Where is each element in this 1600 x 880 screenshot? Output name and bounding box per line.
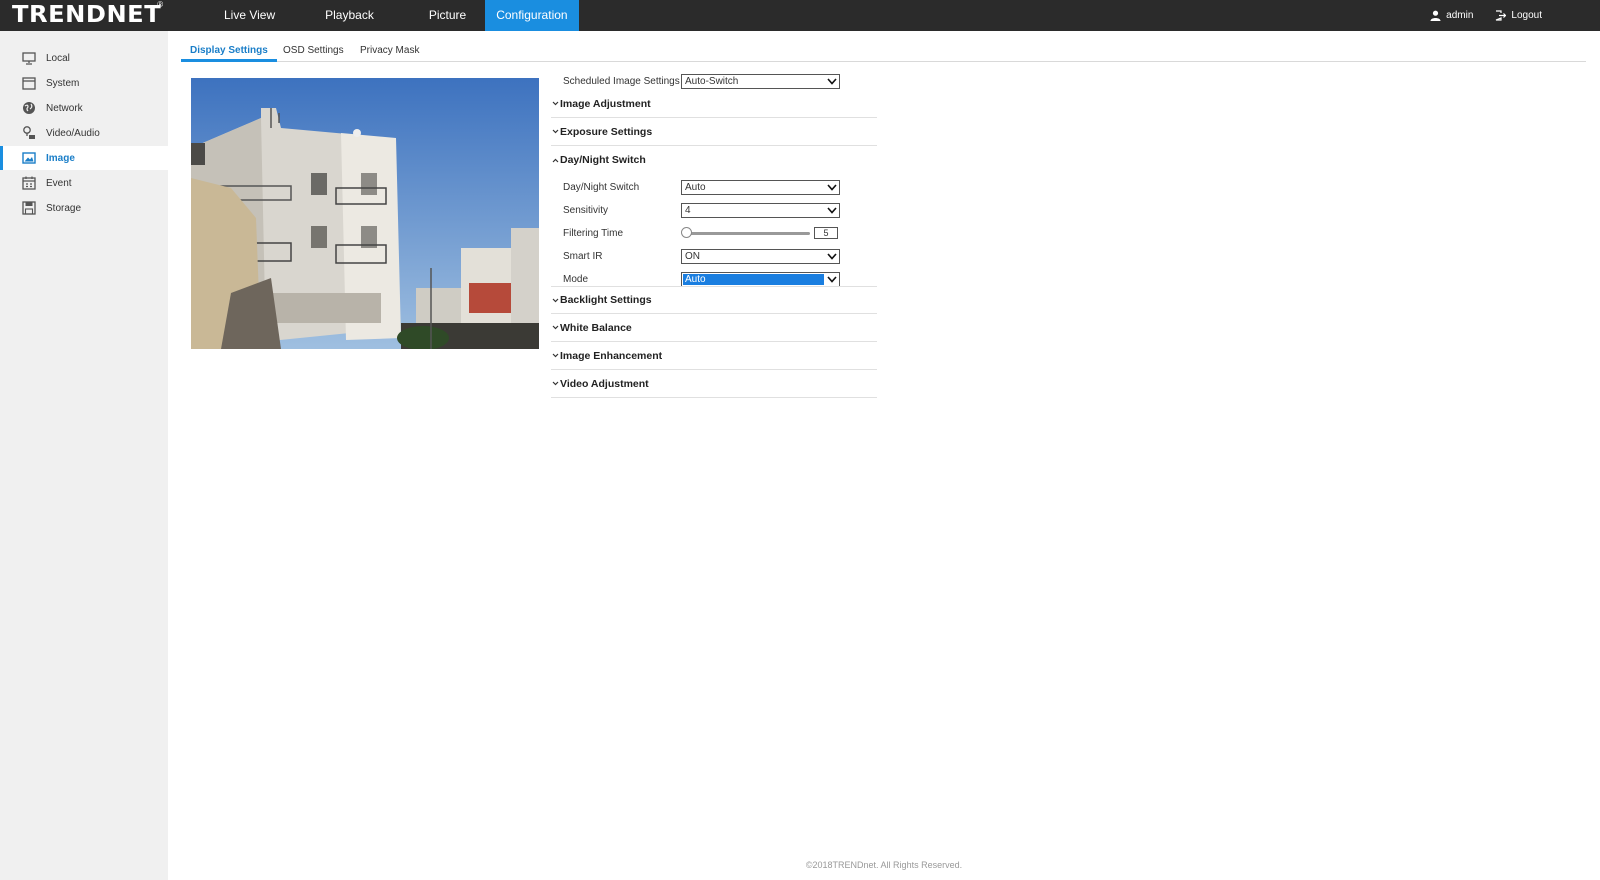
user-account[interactable]: admin bbox=[1430, 10, 1473, 21]
sidebar-item-label: Network bbox=[46, 102, 83, 114]
scheduled-image-settings-label: Scheduled Image Settings bbox=[563, 75, 680, 87]
window-icon bbox=[22, 76, 36, 90]
chevron-down-icon bbox=[551, 325, 560, 330]
user-icon bbox=[1430, 10, 1441, 21]
section-exposure-settings[interactable]: Exposure Settings bbox=[551, 118, 877, 146]
section-video-adjustment[interactable]: Video Adjustment bbox=[551, 370, 877, 398]
storage-icon bbox=[22, 201, 36, 215]
smart-ir-select[interactable]: ON bbox=[681, 248, 840, 264]
day-night-switch-row: Day/Night Switch Auto bbox=[563, 178, 840, 196]
logo-text: TRENDNET bbox=[12, 2, 162, 28]
calendar-icon bbox=[22, 176, 36, 190]
filtering-time-slider[interactable] bbox=[681, 227, 810, 239]
filtering-time-row: Filtering Time 5 bbox=[563, 224, 838, 242]
smart-ir-row: Smart IR ON bbox=[563, 247, 840, 265]
chevron-down-icon bbox=[551, 381, 560, 386]
section-title: Image Adjustment bbox=[560, 97, 651, 110]
section-title: Day/Night Switch bbox=[560, 154, 646, 166]
day-night-switch-label: Day/Night Switch bbox=[563, 181, 640, 193]
section-image-adjustment[interactable]: Image Adjustment bbox=[551, 90, 877, 118]
nav-playback[interactable]: Playback bbox=[296, 0, 403, 31]
sidebar-item-image[interactable]: Image bbox=[0, 146, 168, 170]
sidebar-item-label: Local bbox=[46, 52, 70, 64]
image-icon bbox=[22, 151, 36, 165]
section-title: Image Enhancement bbox=[560, 349, 663, 362]
footer-copyright: ©2018TRENDnet. All Rights Reserved. bbox=[805, 860, 963, 870]
sidebar: Local System Network Video/Audio Image E… bbox=[0, 31, 168, 880]
chevron-down-icon bbox=[551, 298, 560, 303]
mode-select[interactable]: Auto bbox=[681, 271, 840, 287]
preview-scene bbox=[191, 78, 539, 349]
sidebar-item-storage[interactable]: Storage bbox=[0, 196, 168, 220]
smart-ir-label: Smart IR bbox=[563, 250, 603, 262]
sidebar-item-label: Image bbox=[46, 152, 75, 164]
logout-label: Logout bbox=[1511, 10, 1542, 21]
select-value: 4 bbox=[685, 204, 691, 216]
top-bar: TRENDNET ® Live View Playback Picture Co… bbox=[0, 0, 1600, 31]
select-value: ON bbox=[685, 250, 700, 262]
sidebar-item-event[interactable]: Event bbox=[0, 171, 168, 195]
select-value: Auto bbox=[683, 273, 824, 285]
day-night-switch-select[interactable]: Auto bbox=[681, 179, 840, 195]
section-image-enhancement[interactable]: Image Enhancement bbox=[551, 342, 877, 370]
scheduled-image-settings-select[interactable]: Auto-Switch bbox=[681, 73, 840, 89]
section-title: White Balance bbox=[560, 321, 632, 334]
select-value: Auto-Switch bbox=[685, 75, 739, 87]
sidebar-item-local[interactable]: Local bbox=[0, 46, 168, 70]
mode-label: Mode bbox=[563, 273, 589, 285]
tab-display-settings[interactable]: Display Settings bbox=[181, 40, 277, 62]
mic-camera-icon bbox=[22, 126, 36, 140]
nav-picture[interactable]: Picture bbox=[403, 0, 475, 31]
registered-mark: ® bbox=[157, 0, 164, 9]
sensitivity-select[interactable]: 4 bbox=[681, 202, 840, 218]
slider-track bbox=[684, 232, 810, 235]
chevron-down-icon bbox=[825, 273, 838, 286]
chevron-down-icon bbox=[825, 75, 838, 88]
live-preview[interactable] bbox=[191, 78, 539, 349]
sidebar-item-label: Video/Audio bbox=[46, 127, 100, 139]
slider-thumb[interactable] bbox=[681, 227, 692, 238]
section-title: Exposure Settings bbox=[560, 125, 653, 138]
filtering-time-label: Filtering Time bbox=[563, 227, 624, 239]
filtering-time-input[interactable]: 5 bbox=[814, 227, 838, 239]
sidebar-item-video-audio[interactable]: Video/Audio bbox=[0, 121, 168, 145]
sidebar-item-label: Storage bbox=[46, 202, 82, 214]
monitor-icon bbox=[22, 51, 36, 65]
sidebar-item-label: System bbox=[46, 77, 80, 89]
tab-privacy-mask[interactable]: Privacy Mask bbox=[351, 40, 428, 62]
chevron-down-icon bbox=[825, 204, 838, 217]
chevron-up-icon bbox=[551, 158, 560, 163]
logout-icon bbox=[1496, 10, 1507, 21]
chevron-down-icon bbox=[551, 353, 560, 358]
user-box: admin Logout bbox=[1430, 0, 1542, 31]
sidebar-item-label: Event bbox=[46, 177, 72, 189]
logout-button[interactable]: Logout bbox=[1495, 10, 1542, 21]
chevron-down-icon bbox=[551, 129, 560, 134]
section-title: Video Adjustment bbox=[560, 377, 649, 390]
globe-icon bbox=[22, 101, 36, 115]
user-name: admin bbox=[1446, 10, 1474, 21]
section-title: Backlight Settings bbox=[560, 294, 652, 306]
sidebar-item-system[interactable]: System bbox=[0, 71, 168, 95]
main-nav: Live View Playback Picture Configuration bbox=[203, 0, 579, 31]
section-white-balance[interactable]: White Balance bbox=[551, 314, 877, 342]
sensitivity-row: Sensitivity 4 bbox=[563, 201, 840, 219]
section-day-night-switch[interactable]: Day/Night Switch bbox=[551, 146, 877, 174]
select-value: Auto bbox=[685, 181, 706, 193]
section-backlight-settings[interactable]: Backlight Settings bbox=[551, 286, 877, 314]
tab-osd-settings[interactable]: OSD Settings bbox=[274, 40, 353, 62]
sidebar-item-network[interactable]: Network bbox=[0, 96, 168, 120]
nav-configuration[interactable]: Configuration bbox=[485, 0, 579, 31]
chevron-down-icon bbox=[551, 101, 560, 106]
scheduled-image-settings-row: Scheduled Image Settings Auto-Switch bbox=[563, 72, 840, 90]
sensitivity-label: Sensitivity bbox=[563, 204, 609, 216]
nav-live-view[interactable]: Live View bbox=[203, 0, 296, 31]
settings-tabs: Display Settings OSD Settings Privacy Ma… bbox=[181, 40, 1586, 62]
chevron-down-icon bbox=[825, 181, 838, 194]
trendnet-logo: TRENDNET ® bbox=[12, 0, 163, 29]
chevron-down-icon bbox=[825, 250, 838, 263]
